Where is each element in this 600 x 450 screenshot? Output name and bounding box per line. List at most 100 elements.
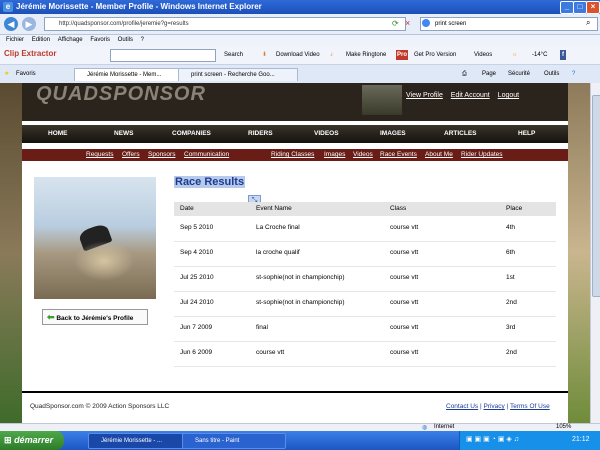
site-banner: QUADSPONSOR View Profile Edit Account Lo… <box>22 83 568 121</box>
get-pro-version-button[interactable]: Get Pro Version <box>414 50 456 60</box>
address-input[interactable]: http://quadsponsor.com/profile/jeremie?g… <box>44 17 406 31</box>
task-paint[interactable]: Sans titre - Paint <box>182 433 286 449</box>
favorites-button[interactable]: Favoris <box>16 69 36 79</box>
table-row: Jun 7 2009 final course vtt 3rd <box>174 316 556 342</box>
nav-articles[interactable]: ARTICLES <box>444 130 477 137</box>
subnav-images[interactable]: Images <box>324 151 345 158</box>
subnav-videos[interactable]: Videos <box>353 151 373 158</box>
logout-link[interactable]: Logout <box>498 92 519 99</box>
windows-logo-icon: ⊞ <box>4 435 12 445</box>
toolbar-brand[interactable]: Clip Extractor <box>4 49 56 59</box>
refresh-icon[interactable]: ⟳ <box>392 19 399 28</box>
footer-copyright: QuadSponsor.com © 2009 Action Sponsors L… <box>30 403 170 410</box>
nav-videos[interactable]: VIDEOS <box>314 130 339 137</box>
nav-companies[interactable]: COMPANIES <box>172 130 211 137</box>
status-zone: Internet <box>434 424 455 430</box>
subnav-race-events[interactable]: Race Events <box>380 151 417 158</box>
start-button[interactable]: ⊞ démarrer <box>0 431 64 450</box>
forward-arrow-icon[interactable]: ▶ <box>22 17 36 31</box>
cell-event: La Croche final <box>256 224 300 231</box>
view-profile-link[interactable]: View Profile <box>406 92 443 99</box>
pro-icon: Pro <box>396 50 409 60</box>
subnav-sponsors[interactable]: Sponsors <box>148 151 175 158</box>
security-menu[interactable]: Sécurité <box>508 69 530 79</box>
nav-riders[interactable]: RIDERS <box>248 130 273 137</box>
cell-date: Sep 5 2010 <box>180 224 214 231</box>
task-ie[interactable]: Jérémie Morissette - ... <box>88 433 192 449</box>
cell-date: Jul 25 2010 <box>180 274 214 281</box>
privacy-link[interactable]: Privacy <box>483 403 504 410</box>
cell-date: Jun 7 2009 <box>180 324 213 331</box>
subnav-communication[interactable]: Communication <box>184 151 229 158</box>
tray-icons[interactable]: ▣ ▣ ▣ ◔ ▣ ◈ ♫ <box>466 435 519 443</box>
nav-home[interactable]: HOME <box>48 130 68 137</box>
search-icon[interactable]: ⌕ <box>586 18 590 28</box>
edit-account-link[interactable]: Edit Account <box>451 92 490 99</box>
cell-place: 6th <box>506 249 516 256</box>
help-icon[interactable]: ? <box>572 69 575 79</box>
menu-edit[interactable]: Edition <box>32 37 50 43</box>
cell-class: course vtt <box>390 349 419 356</box>
facebook-icon[interactable]: f <box>560 50 566 60</box>
cell-class: course vtt <box>390 224 419 231</box>
cell-event: la croche qualif <box>256 249 300 256</box>
print-icon[interactable]: ⎙ <box>462 69 467 79</box>
ringtone-icon: ♪ <box>330 52 333 58</box>
taskbar: ⊞ démarrer Jérémie Morissette - ... Sans… <box>0 431 600 450</box>
tab-member-profile[interactable]: Jérémie Morissette - Mem... <box>74 68 184 81</box>
tools-menu[interactable]: Outils <box>544 69 559 79</box>
cell-class: course vtt <box>390 299 419 306</box>
subnav-offers[interactable]: Offers <box>122 151 140 158</box>
menu-file[interactable]: Fichier <box>6 37 24 43</box>
sub-nav: Requests Offers Sponsors Communication R… <box>22 149 568 161</box>
system-tray: ▣ ▣ ▣ ◔ ▣ ◈ ♫ 21:12 <box>459 431 600 450</box>
clip-extractor-toolbar: Clip Extractor Search ⬇ Download Video ♪… <box>0 46 600 65</box>
subnav-about-me[interactable]: About Me <box>425 151 453 158</box>
menu-help[interactable]: ? <box>141 37 144 43</box>
zoom-level[interactable]: 105% <box>556 424 571 430</box>
subnav-rider-updates[interactable]: Rider Updates <box>461 151 503 158</box>
menu-tools[interactable]: Outils <box>118 37 133 43</box>
page-viewport: QUADSPONSOR View Profile Edit Account Lo… <box>0 83 590 423</box>
videos-button[interactable]: Videos <box>474 50 492 60</box>
page-title: Race Results <box>174 176 246 188</box>
terms-link[interactable]: Terms Of Use <box>510 403 550 410</box>
site-logo[interactable]: QUADSPONSOR <box>36 83 206 106</box>
back-to-profile-button[interactable]: ⬅ Back to Jérémie's Profile <box>42 309 148 325</box>
page-menu[interactable]: Page <box>482 69 496 79</box>
toolbar-search-input[interactable] <box>110 49 216 62</box>
vertical-scrollbar[interactable] <box>590 83 600 423</box>
footer-links: Contact Us | Privacy | Terms Of Use <box>446 403 550 410</box>
tab-print-screen[interactable]: print screen - Recherche Goo... <box>178 68 298 81</box>
table-row: Sep 5 2010 La Croche final course vtt 4t… <box>174 216 556 242</box>
stop-icon[interactable]: × <box>405 18 410 28</box>
download-video-button[interactable]: Download Video <box>276 50 320 60</box>
ie-icon: e <box>3 2 13 12</box>
search-input[interactable]: print screen <box>420 17 598 31</box>
col-date: Date <box>180 205 194 212</box>
close-button[interactable]: × <box>586 1 600 14</box>
cell-place: 1st <box>506 274 515 281</box>
subnav-riding-classes[interactable]: Riding Classes <box>271 151 314 158</box>
toolbar-search-button[interactable]: Search <box>224 50 243 60</box>
back-arrow-icon[interactable]: ◀ <box>4 17 18 31</box>
menu-bar: Fichier Edition Affichage Favoris Outils… <box>0 35 600 46</box>
subnav-requests[interactable]: Requests <box>86 151 113 158</box>
back-arrow-green-icon: ⬅ <box>47 312 55 322</box>
make-ringtone-button[interactable]: Make Ringtone <box>346 50 386 60</box>
scrollbar-thumb[interactable] <box>592 95 600 297</box>
maximize-button[interactable]: □ <box>573 1 587 14</box>
google-icon <box>422 19 430 27</box>
nav-images[interactable]: IMAGES <box>380 130 406 137</box>
contact-us-link[interactable]: Contact Us <box>446 403 478 410</box>
favorites-star-icon[interactable]: ★ <box>4 69 9 79</box>
dust-cloud <box>74 241 134 281</box>
menu-favorites[interactable]: Favoris <box>90 37 110 43</box>
nav-help[interactable]: HELP <box>518 130 535 137</box>
weather-temperature: -14°C <box>532 52 548 58</box>
menu-view[interactable]: Affichage <box>58 37 83 43</box>
minimize-button[interactable]: _ <box>560 1 574 14</box>
nav-news[interactable]: NEWS <box>114 130 134 137</box>
window-titlebar: e Jérémie Morissette - Member Profile - … <box>0 0 600 14</box>
table-row: Jul 24 2010 st-sophie(not in championchi… <box>174 291 556 317</box>
